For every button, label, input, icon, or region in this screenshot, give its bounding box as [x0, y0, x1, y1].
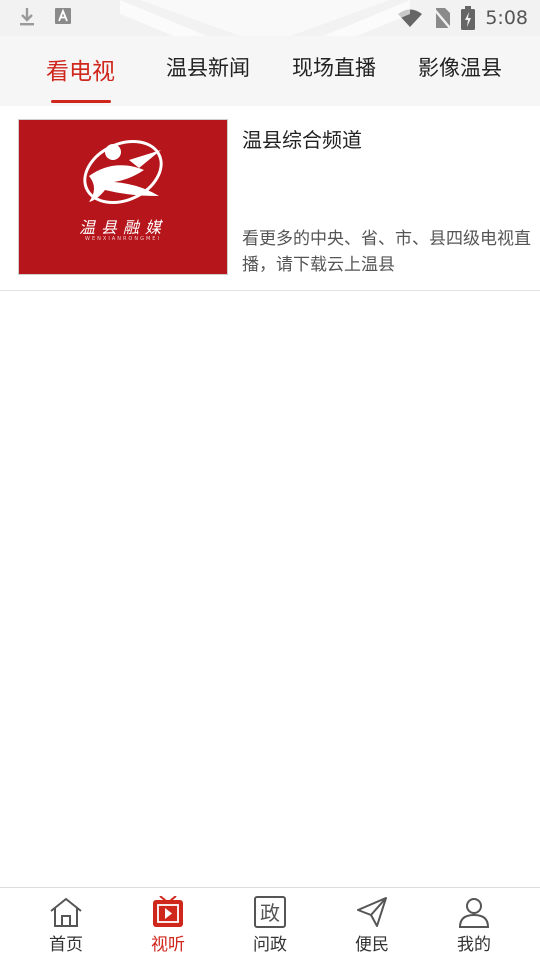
- nav-item-mine[interactable]: 我的: [424, 888, 524, 961]
- nav-item-media[interactable]: 视听: [118, 888, 218, 961]
- nav-label-media: 视听: [151, 935, 185, 955]
- download-icon: [20, 8, 34, 26]
- tab-live-scene[interactable]: 现场直播: [292, 52, 376, 106]
- nav-label-mine: 我的: [457, 935, 491, 955]
- tab-wenxian-video[interactable]: 影像温县: [418, 52, 502, 106]
- zheng-icon: 政: [254, 896, 286, 928]
- nav-item-inquiry[interactable]: 政 问政: [220, 888, 320, 961]
- battery-charging-icon: [461, 6, 476, 30]
- top-tab-bar: 看电视 温县新闻 现场直播 影像温县: [0, 36, 540, 106]
- status-bar: 5:08: [0, 0, 540, 36]
- logo-subtitle-text: WENXIANRONGMEI: [85, 236, 161, 242]
- bottom-navigation: 首页 视听 政 问政 便民 我的: [0, 887, 540, 961]
- user-icon: [458, 898, 490, 928]
- home-icon: [50, 897, 82, 927]
- clock-time: 5:08: [485, 7, 528, 29]
- active-tab-indicator: [51, 100, 111, 103]
- wifi-icon: [398, 9, 423, 27]
- nav-item-service[interactable]: 便民: [322, 888, 422, 961]
- svg-text:政: 政: [260, 901, 280, 925]
- nav-label-inquiry: 问政: [253, 935, 287, 955]
- no-sim-icon: [433, 8, 452, 29]
- nav-label-service: 便民: [355, 935, 389, 955]
- channel-logo-thumbnail: 温县融媒 WENXIANRONGMEI: [18, 119, 228, 275]
- nav-label-home: 首页: [49, 935, 83, 955]
- font-a-icon: [55, 8, 71, 24]
- logo-title-text: 温县融媒: [78, 218, 167, 237]
- tab-wenxian-news[interactable]: 温县新闻: [166, 52, 250, 106]
- channel-list-item[interactable]: 温县融媒 WENXIANRONGMEI 温县综合频道 看更多的中央、省、市、县四…: [0, 106, 540, 291]
- channel-description: 看更多的中央、省、市、县四级电视直播，请下载云上温县: [242, 229, 531, 275]
- wenxian-media-logo: [83, 140, 163, 204]
- nav-item-home[interactable]: 首页: [16, 888, 116, 961]
- tab-watch-tv[interactable]: 看电视: [46, 52, 115, 106]
- channel-title[interactable]: 温县综合频道: [242, 124, 362, 153]
- video-play-icon: [153, 896, 183, 927]
- paper-plane-icon: [357, 897, 387, 927]
